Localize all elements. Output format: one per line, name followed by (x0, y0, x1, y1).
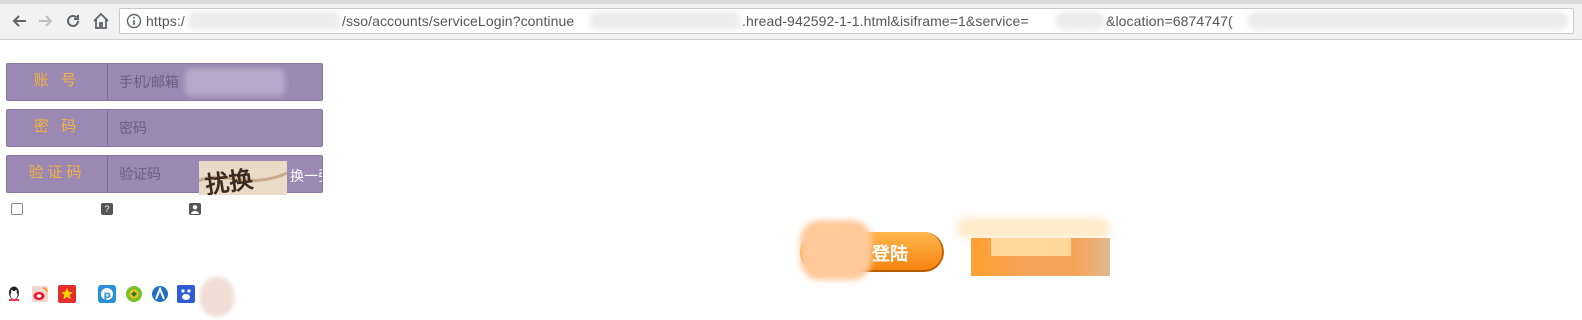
tab-strip (0, 0, 1582, 4)
back-button[interactable] (8, 10, 30, 32)
forward-arrow-icon (39, 15, 53, 27)
account-label: 账 号 (7, 64, 108, 100)
forward-button[interactable] (35, 10, 57, 32)
blurred-region (185, 68, 285, 96)
renren-icon[interactable] (151, 285, 169, 303)
weibo-icon[interactable] (31, 285, 49, 303)
blurred-region (200, 277, 234, 317)
star-icon[interactable] (58, 285, 76, 303)
login-button[interactable]: 登陆 (800, 220, 944, 280)
user-icon[interactable] (189, 203, 201, 215)
baidu-icon[interactable] (177, 285, 195, 303)
svg-text:p: p (104, 290, 111, 301)
blurred-region (1056, 12, 1104, 30)
blurred-region (188, 12, 340, 30)
reload-button[interactable] (62, 10, 84, 32)
captcha-refresh-link[interactable]: 换一张 (290, 166, 322, 186)
url-part-2: /sso/accounts/serviceLogin?continue (342, 13, 575, 29)
p-icon[interactable]: p (98, 285, 116, 303)
blurred-region (800, 220, 872, 280)
blurred-region (590, 12, 740, 30)
url-part-1: https:/ (146, 13, 185, 29)
captcha-label: 验证码 (7, 156, 108, 192)
info-icon[interactable] (126, 13, 142, 29)
captcha-image[interactable]: 扰换 (199, 161, 287, 195)
reload-icon (67, 14, 79, 27)
home-button[interactable] (90, 10, 112, 32)
login-button-label: 登陆 (872, 244, 908, 264)
back-arrow-icon (12, 15, 26, 27)
captcha-input[interactable] (113, 157, 211, 191)
blurred-region (957, 218, 1110, 238)
password-label: 密 码 (7, 110, 108, 146)
password-row: 密 码 (6, 109, 323, 147)
captcha-row: 验证码 扰换 换一张 (6, 155, 323, 195)
url-part-4: &location=6874747( (1106, 13, 1233, 29)
green-circle-icon[interactable] (125, 285, 143, 303)
register-button[interactable] (957, 218, 1110, 276)
account-row: 账 号 (6, 63, 323, 101)
url-part-3: .hread-942592-1-1.html&isiframe=1&servic… (742, 13, 1029, 29)
qq-icon[interactable] (5, 285, 23, 303)
question-icon[interactable]: ? (101, 203, 113, 215)
checkbox-icon[interactable] (11, 203, 23, 215)
address-bar[interactable]: https:/ /sso/accounts/serviceLogin?conti… (119, 8, 1574, 34)
home-icon (93, 12, 109, 29)
blurred-region (1248, 12, 1568, 30)
browser-toolbar: https:/ /sso/accounts/serviceLogin?conti… (0, 0, 1582, 40)
blurred-region (991, 238, 1071, 256)
password-input[interactable] (113, 111, 305, 145)
